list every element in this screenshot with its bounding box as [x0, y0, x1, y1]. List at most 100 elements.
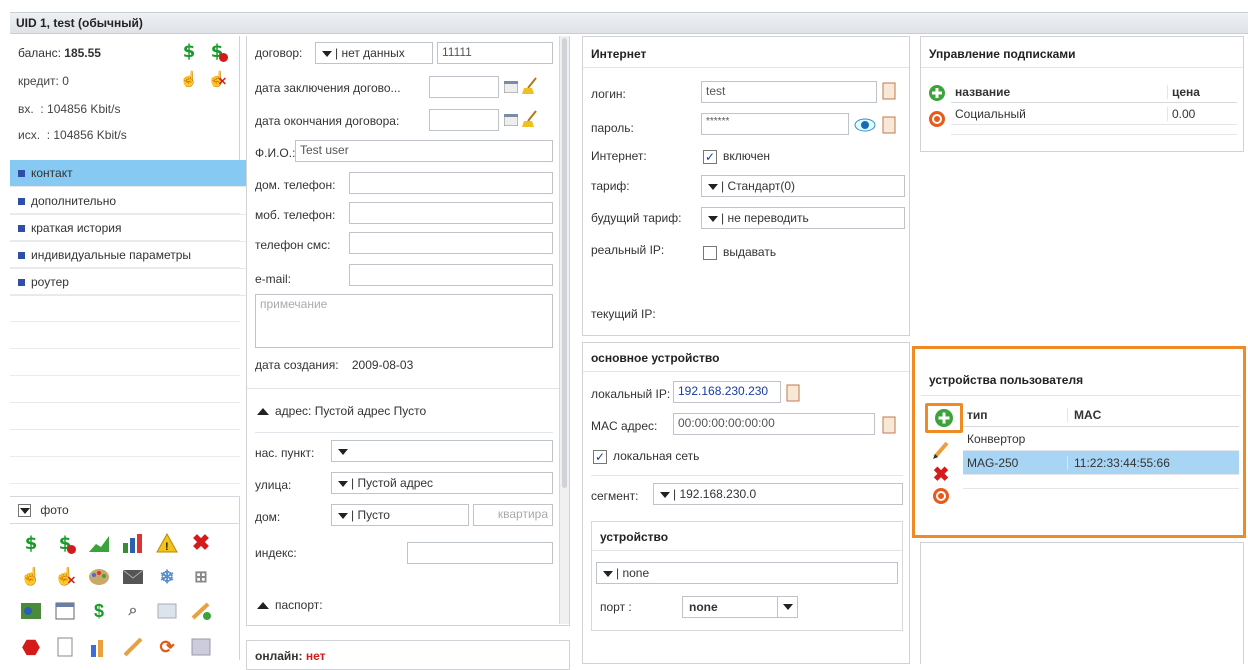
chevron-up-icon — [257, 602, 269, 610]
local-ip-input[interactable]: 192.168.230.230 — [673, 381, 781, 403]
home-phone-input[interactable] — [349, 172, 553, 194]
image-icon[interactable] — [154, 598, 180, 624]
refresh-devices-icon[interactable] — [931, 485, 951, 507]
passport-toggle[interactable]: паспорт: — [257, 598, 323, 612]
segment-select[interactable]: | 192.168.230.0 — [653, 483, 903, 505]
nav-item-individual-params[interactable]: индивидуальные параметры — [10, 242, 248, 269]
sms-phone-input[interactable] — [349, 232, 553, 254]
dollar-icon[interactable]: $ — [18, 530, 44, 556]
city-select[interactable] — [331, 440, 553, 462]
map-icon[interactable] — [18, 598, 44, 624]
mobile-phone-label: моб. телефон: — [255, 208, 336, 222]
delete-credit-icon[interactable]: ☝ ✕ — [206, 68, 228, 90]
delete-payment-icon[interactable]: $ — [206, 40, 228, 62]
delete-device-icon[interactable]: ✖ — [931, 463, 951, 486]
index-input[interactable] — [407, 542, 553, 564]
mail-icon[interactable] — [120, 564, 146, 590]
nav-item-router[interactable]: роутер — [10, 269, 248, 296]
col-type-header: тип — [967, 407, 988, 422]
delete-icon[interactable]: ✖ — [188, 530, 214, 556]
date-end-input[interactable] — [429, 109, 499, 131]
table-row[interactable]: Конвертор — [963, 427, 1239, 451]
nav-item-history[interactable]: краткая история — [10, 215, 248, 242]
bar-report-icon[interactable] — [120, 530, 146, 556]
note-textarea[interactable]: примечание — [255, 294, 553, 348]
delete-dollar-icon[interactable]: $ — [52, 530, 78, 556]
subscriptions-title: Управление подписками — [929, 47, 1076, 61]
stop-icon[interactable]: ⬣ — [18, 634, 44, 660]
copy-icon[interactable] — [881, 81, 897, 101]
snowflake-icon[interactable]: ❄ — [154, 564, 180, 590]
refresh-icon[interactable]: ⟳ — [154, 634, 180, 660]
clear-broom-icon[interactable] — [521, 109, 539, 129]
real-ip-checkbox[interactable]: выдавать — [703, 245, 776, 260]
current-ip-label: текущий IP: — [591, 307, 656, 321]
calendar-icon[interactable] — [52, 598, 78, 624]
fio-input[interactable]: Test user — [295, 140, 553, 162]
mac-input[interactable]: 00:00:00:00:00:00 — [673, 413, 875, 435]
chevron-down-icon — [708, 215, 718, 222]
future-tariff-select[interactable]: | не переводить — [701, 207, 905, 229]
table-row[interactable]: Социальный 0.00 — [951, 103, 1237, 125]
email-input[interactable] — [349, 264, 553, 286]
house-select[interactable]: | Пусто — [331, 504, 469, 526]
palette-icon[interactable] — [86, 564, 112, 590]
contract-number-input[interactable]: 11111 — [437, 42, 553, 64]
user-devices-title: устройства пользователя — [929, 373, 1084, 387]
warning-icon[interactable]: ! — [154, 530, 180, 556]
network-icon[interactable]: ⊞ — [188, 564, 214, 590]
show-password-eye-icon[interactable] — [853, 115, 877, 135]
login-input[interactable]: test — [701, 81, 877, 103]
add-subscription-icon[interactable] — [927, 83, 947, 103]
search-icon[interactable]: ⌕ — [120, 598, 146, 624]
date-start-label: дата заключения догово... — [255, 81, 401, 95]
local-network-checkbox[interactable]: ✓ локальная сеть — [593, 449, 699, 464]
document-icon[interactable] — [52, 634, 78, 660]
segment-value: | 192.168.230.0 — [673, 487, 757, 501]
grid-icon[interactable] — [188, 634, 214, 660]
refresh-subscription-icon[interactable] — [927, 109, 947, 129]
nav-item-contact[interactable]: контакт — [10, 160, 248, 187]
contract-type-select[interactable]: | нет данных — [315, 42, 433, 64]
port-select[interactable]: none — [682, 596, 798, 618]
chevron-down-icon — [338, 448, 348, 455]
nav-bullet-icon — [18, 279, 25, 287]
add-payment-icon[interactable]: $ — [178, 40, 200, 62]
future-tariff-label: будущий тариф: — [591, 211, 682, 225]
col-name-header: название — [955, 84, 1011, 99]
flat-input[interactable]: квартира — [473, 504, 553, 526]
address-toggle[interactable]: адрес: Пустой адрес Пусто — [257, 404, 426, 418]
credit-row: кредит: 0 — [18, 74, 69, 88]
calendar-icon[interactable] — [503, 78, 519, 96]
contract-scrollbar[interactable] — [559, 36, 569, 624]
chart-up-icon[interactable] — [86, 530, 112, 556]
credit-hand-icon[interactable]: ☝ — [178, 68, 200, 90]
street-select[interactable]: | Пустой адрес — [331, 472, 553, 494]
date-start-input[interactable] — [429, 76, 499, 98]
nav-item-additional[interactable]: дополнительно — [10, 188, 248, 215]
tariff-select[interactable]: | Стандарт(0) — [701, 175, 905, 197]
internet-enabled-checkbox[interactable]: ✓ включен — [703, 149, 770, 164]
copy-icon[interactable] — [881, 415, 897, 435]
copy-icon[interactable] — [785, 383, 801, 403]
edit-device-icon[interactable] — [931, 439, 951, 461]
mobile-phone-input[interactable] — [349, 202, 553, 224]
checkbox-checked-icon: ✓ — [703, 149, 717, 164]
device-select[interactable]: | none — [596, 562, 898, 584]
dollar-report-icon[interactable]: $ — [86, 598, 112, 624]
add-device-button[interactable] — [925, 403, 963, 433]
device-type: Конвертор — [967, 431, 1026, 446]
photo-toggle[interactable]: фото — [10, 496, 240, 524]
stats-icon[interactable] — [86, 634, 112, 660]
delete-hand-icon[interactable]: ☝ ✕ — [52, 564, 78, 590]
clear-broom-icon[interactable] — [521, 76, 539, 96]
calendar-icon[interactable] — [503, 111, 519, 129]
password-input[interactable]: ****** — [701, 113, 849, 135]
table-row-selected[interactable]: MAG-250 11:22:33:44:55:66 — [963, 451, 1239, 475]
copy-icon[interactable] — [881, 115, 897, 135]
hand-icon[interactable]: ☝ — [18, 564, 44, 590]
scrollbar-thumb[interactable] — [562, 38, 567, 488]
pencil-icon[interactable] — [120, 634, 146, 660]
address-label: адрес: Пустой адрес Пусто — [275, 404, 427, 418]
add-pencil-icon[interactable] — [188, 598, 214, 624]
